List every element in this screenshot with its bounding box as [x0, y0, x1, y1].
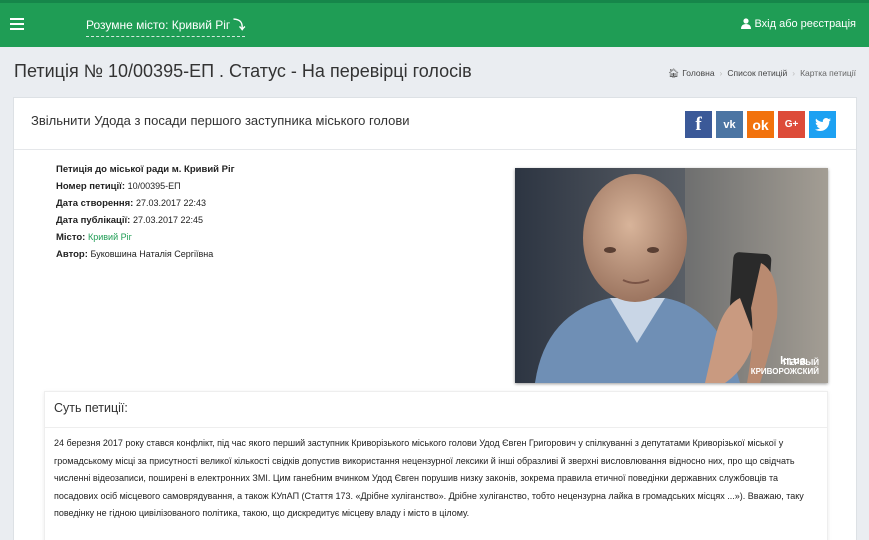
petition-photo: kr.ua ПЕРВЫЙ КРИВОРОЖСКИЙ: [515, 168, 828, 383]
twitter-icon[interactable]: [809, 111, 836, 138]
info-label: Дата публікації:: [56, 215, 131, 226]
hamburger-menu-icon[interactable]: [10, 15, 24, 31]
google-plus-icon[interactable]: G+: [778, 111, 805, 138]
info-recipient: Петиція до міської ради м. Кривий Ріг: [56, 164, 235, 175]
photo-caption-line-1: ПЕРВЫЙ: [783, 358, 819, 367]
page-header: Петиція № 10/00395-ЕП . Статус - На пере…: [0, 47, 869, 95]
arrow-down-icon: ⤵: [233, 18, 246, 32]
breadcrumb-home[interactable]: Головна: [682, 68, 714, 78]
vk-icon[interactable]: vk: [716, 111, 743, 138]
petition-essence-panel: Суть петиції: 24 березня 2017 року ставс…: [44, 391, 828, 540]
breadcrumb-separator: ›: [792, 68, 796, 78]
breadcrumb: 🏠︎ Головна › Список петицій › Картка петиції: [668, 68, 856, 79]
info-row-recipient: Петиція до міської ради м. Кривий Ріг: [56, 161, 235, 178]
info-row-city: Місто: Кривий Ріг: [56, 229, 235, 246]
breadcrumb-separator: ›: [719, 68, 723, 78]
login-link[interactable]: Вхід або реєстрація: [741, 18, 856, 30]
info-label: Місто:: [56, 232, 86, 243]
city-selector-label: Розумне місто: Кривий Ріг: [86, 18, 231, 32]
petition-card-header: Звільнити Удода з посади першого заступн…: [14, 98, 856, 150]
share-buttons: f vk ok G+: [685, 111, 836, 138]
city-selector-link[interactable]: Розумне місто: Кривий Ріг ⤵: [86, 16, 246, 37]
breadcrumb-current: Картка петиції: [800, 68, 856, 78]
info-label: Автор:: [56, 249, 88, 260]
photo-caption-line-2: КРИВОРОЖСКИЙ: [750, 367, 819, 376]
info-row-author: Автор: Буковшина Наталія Сергіївна: [56, 246, 235, 263]
login-label: Вхід або реєстрація: [754, 18, 856, 30]
info-row-created: Дата створення: 27.03.2017 22:43: [56, 195, 235, 212]
info-value: 10/00395-ЕП: [127, 181, 181, 191]
divider: [45, 427, 827, 428]
info-row-published: Дата публікації: 27.03.2017 22:45: [56, 212, 235, 229]
breadcrumb-petition-list[interactable]: Список петицій: [727, 68, 787, 78]
info-value: Буковшина Наталія Сергіївна: [90, 249, 214, 259]
top-navbar: Розумне місто: Кривий Ріг ⤵ Вхід або реєс…: [0, 0, 869, 47]
user-icon: [741, 18, 752, 29]
photo-caption: ПЕРВЫЙ КРИВОРОЖСКИЙ: [751, 358, 819, 376]
person-with-phone-image: kr.ua: [515, 168, 828, 383]
petition-card: Звільнити Удода з посади першого заступн…: [13, 97, 857, 540]
essence-text: 24 березня 2017 року стався конфлікт, пі…: [54, 438, 804, 518]
info-label: Дата створення:: [56, 198, 134, 209]
city-link[interactable]: Кривий Ріг: [88, 232, 132, 242]
odnoklassniki-icon[interactable]: ok: [747, 111, 774, 138]
info-row-number: Номер петиції: 10/00395-ЕП: [56, 178, 235, 195]
petition-info: Петиція до міської ради м. Кривий Ріг Но…: [56, 161, 235, 263]
info-value: 27.03.2017 22:43: [136, 198, 207, 208]
page-title: Петиція № 10/00395-ЕП . Статус - На пере…: [14, 61, 472, 81]
info-label: Номер петиції:: [56, 181, 125, 192]
facebook-icon[interactable]: f: [685, 111, 712, 138]
info-value: 27.03.2017 22:45: [132, 215, 204, 225]
home-icon: 🏠︎: [667, 68, 680, 78]
petition-title: Звільнити Удода з посади першого заступн…: [31, 113, 410, 128]
essence-title: Суть петиції:: [54, 401, 128, 415]
